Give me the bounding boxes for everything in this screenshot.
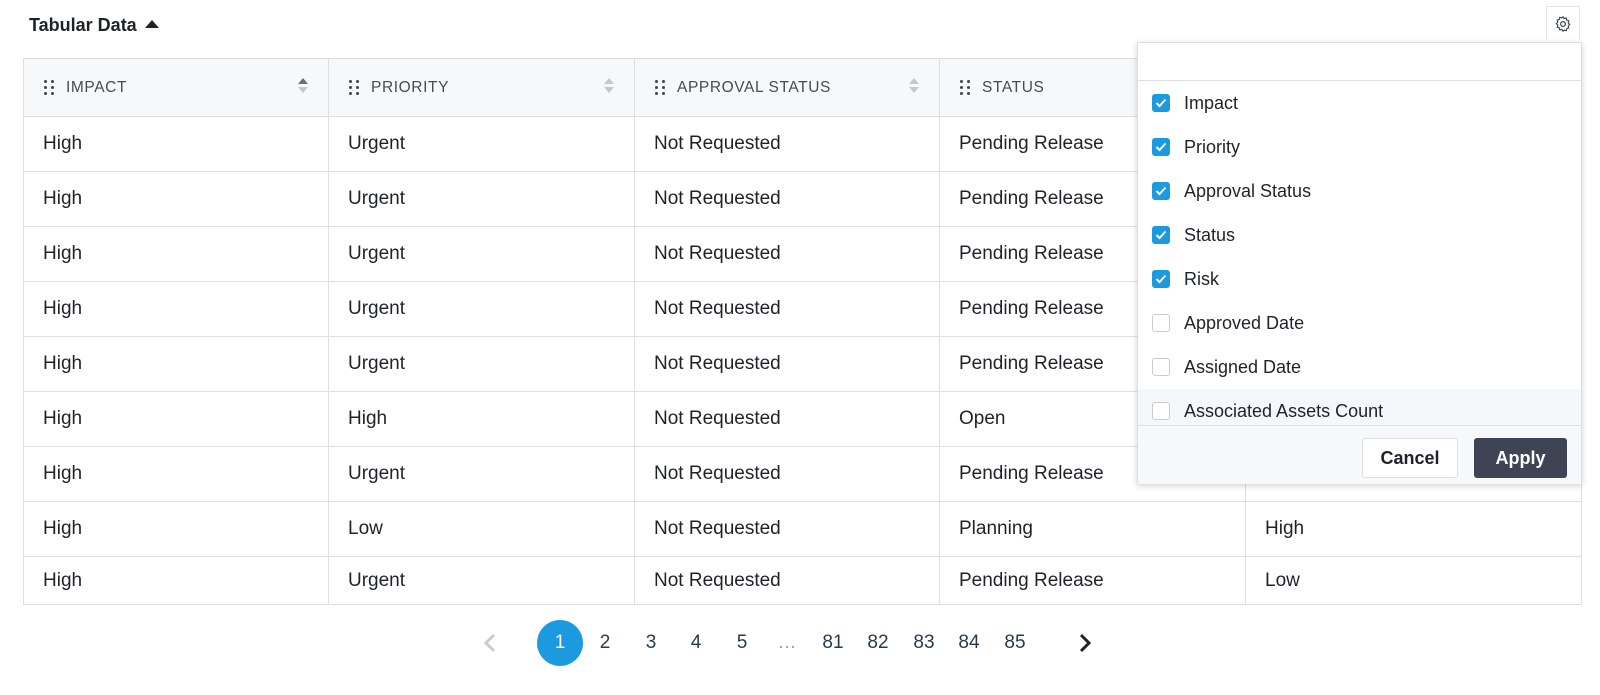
table-cell: Urgent bbox=[328, 171, 635, 227]
column-header-label: PRIORITY bbox=[371, 78, 450, 96]
table-cell: High bbox=[23, 281, 329, 337]
chevron-right-icon bbox=[1079, 633, 1091, 653]
page-button[interactable]: 1 bbox=[537, 620, 583, 666]
prev-page-button[interactable] bbox=[484, 632, 496, 654]
column-option-label: Approved Date bbox=[1184, 312, 1305, 333]
column-header-priority[interactable]: PRIORITY bbox=[328, 58, 635, 117]
page-button[interactable]: 83 bbox=[901, 620, 947, 666]
table-cell: Urgent bbox=[328, 281, 635, 337]
column-option-label: Status bbox=[1184, 224, 1236, 245]
column-picker-popover: Impact Priority Approval Status Status Risk A… bbox=[1137, 42, 1582, 484]
next-page-button[interactable] bbox=[1079, 632, 1091, 654]
page-button[interactable]: 3 bbox=[628, 620, 674, 666]
chevron-left-icon bbox=[484, 633, 496, 653]
page-button[interactable]: 2 bbox=[582, 620, 628, 666]
column-option-approval-status[interactable]: Approval Status bbox=[1138, 169, 1581, 213]
table-cell: Not Requested bbox=[634, 391, 940, 447]
table-cell: Not Requested bbox=[634, 226, 940, 282]
pagination-ellipsis: … bbox=[777, 632, 797, 653]
table-cell: Not Requested bbox=[634, 281, 940, 337]
page-button[interactable]: 4 bbox=[673, 620, 719, 666]
page-button[interactable]: 5 bbox=[719, 620, 765, 666]
table-cell: Not Requested bbox=[634, 556, 940, 605]
table-cell: Planning bbox=[939, 501, 1246, 557]
column-option-status[interactable]: Status bbox=[1138, 213, 1581, 257]
table-row[interactable]: High Low Not Requested Planning High bbox=[23, 501, 1582, 557]
page-button[interactable]: 82 bbox=[855, 620, 901, 666]
table-cell: Not Requested bbox=[634, 171, 940, 227]
table-title-toggle[interactable]: Tabular Data bbox=[29, 12, 159, 38]
sort-icon[interactable] bbox=[298, 78, 308, 93]
column-option-label: Impact bbox=[1184, 92, 1239, 113]
page-button[interactable]: 85 bbox=[992, 620, 1038, 666]
table-cell: Urgent bbox=[328, 336, 635, 392]
checkbox[interactable] bbox=[1152, 402, 1170, 420]
column-option-approved-date[interactable]: Approved Date bbox=[1138, 301, 1581, 345]
column-search-input[interactable] bbox=[1138, 43, 1581, 81]
cancel-button[interactable]: Cancel bbox=[1362, 438, 1458, 478]
column-picker-list[interactable]: Impact Priority Approval Status Status Risk A… bbox=[1138, 81, 1581, 463]
checkbox[interactable] bbox=[1152, 270, 1170, 288]
column-header-label: STATUS bbox=[982, 78, 1045, 96]
caret-up-icon bbox=[144, 20, 159, 28]
gear-icon bbox=[1555, 15, 1571, 32]
page-title: Tabular Data bbox=[29, 14, 137, 35]
table-row[interactable]: High Urgent Not Requested Pending Release Lo… bbox=[23, 556, 1582, 605]
drag-handle-icon[interactable] bbox=[44, 80, 54, 95]
table-cell: Not Requested bbox=[634, 116, 940, 172]
table-cell: High bbox=[23, 446, 329, 502]
sort-icon[interactable] bbox=[604, 78, 614, 93]
table-cell: Not Requested bbox=[634, 446, 940, 502]
table-cell: Urgent bbox=[328, 226, 635, 282]
table-cell: High bbox=[23, 391, 329, 447]
table-cell: Not Requested bbox=[634, 501, 940, 557]
apply-button[interactable]: Apply bbox=[1474, 438, 1567, 478]
pagination: 1 2 3 4 5 … 81 82 83 84 85 bbox=[0, 620, 1600, 666]
column-picker-footer: Cancel Apply bbox=[1138, 425, 1581, 484]
table-cell: High bbox=[23, 501, 329, 557]
table-cell: High bbox=[23, 336, 329, 392]
checkbox[interactable] bbox=[1152, 94, 1170, 112]
sort-icon[interactable] bbox=[909, 78, 919, 93]
settings-button[interactable] bbox=[1546, 6, 1580, 40]
column-option-label: Priority bbox=[1184, 136, 1241, 157]
column-header-impact[interactable]: IMPACT bbox=[23, 58, 329, 117]
page-button[interactable]: 81 bbox=[810, 620, 856, 666]
table-cell: High bbox=[23, 556, 329, 605]
column-option-impact[interactable]: Impact bbox=[1138, 81, 1581, 125]
table-cell: High bbox=[1245, 501, 1582, 557]
drag-handle-icon[interactable] bbox=[960, 80, 970, 95]
table-cell: Pending Release bbox=[939, 556, 1246, 605]
column-header-label: APPROVAL STATUS bbox=[677, 78, 831, 96]
table-cell: High bbox=[328, 391, 635, 447]
column-header-label: IMPACT bbox=[66, 78, 128, 96]
checkbox[interactable] bbox=[1152, 358, 1170, 376]
table-cell: High bbox=[23, 226, 329, 282]
table-cell: High bbox=[23, 171, 329, 227]
table-cell: Low bbox=[1245, 556, 1582, 605]
column-option-label: Assigned Date bbox=[1184, 356, 1302, 377]
column-option-risk[interactable]: Risk bbox=[1138, 257, 1581, 301]
table-cell: High bbox=[23, 116, 329, 172]
page-button[interactable]: 84 bbox=[946, 620, 992, 666]
table-cell: Urgent bbox=[328, 446, 635, 502]
column-option-priority[interactable]: Priority bbox=[1138, 125, 1581, 169]
checkbox[interactable] bbox=[1152, 138, 1170, 156]
table-cell: Urgent bbox=[328, 116, 635, 172]
table-cell: Not Requested bbox=[634, 336, 940, 392]
column-option-assigned-date[interactable]: Assigned Date bbox=[1138, 345, 1581, 389]
checkbox[interactable] bbox=[1152, 226, 1170, 244]
checkbox[interactable] bbox=[1152, 182, 1170, 200]
column-option-label: Approval Status bbox=[1184, 180, 1312, 201]
table-cell: Low bbox=[328, 501, 635, 557]
drag-handle-icon[interactable] bbox=[349, 80, 359, 95]
column-option-label: Associated Assets Count bbox=[1184, 400, 1384, 421]
column-option-label: Risk bbox=[1184, 268, 1219, 289]
table-cell: Urgent bbox=[328, 556, 635, 605]
checkbox[interactable] bbox=[1152, 314, 1170, 332]
drag-handle-icon[interactable] bbox=[655, 80, 665, 95]
column-header-approval-status[interactable]: APPROVAL STATUS bbox=[634, 58, 940, 117]
